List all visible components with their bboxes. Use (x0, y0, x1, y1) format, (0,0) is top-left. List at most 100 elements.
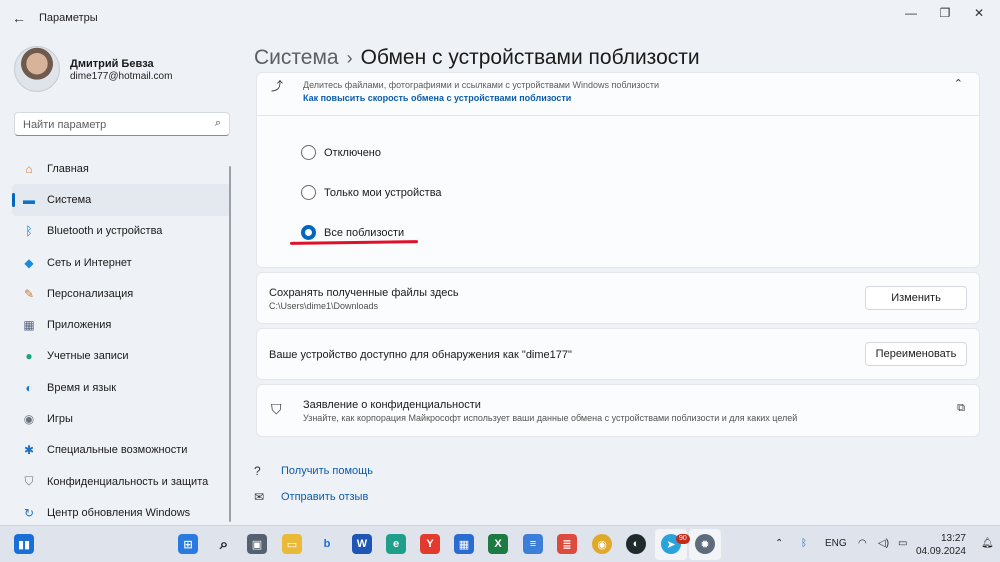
change-button[interactable]: Изменить (865, 286, 967, 310)
todoist-icon[interactable]: ≣ (557, 534, 577, 554)
sidebar-item[interactable]: ✱ Специальные возможности (12, 435, 230, 466)
sidebar-item[interactable]: ⌂ Главная (12, 153, 230, 184)
sidebar-item[interactable]: ● Учетные записи (12, 341, 230, 372)
close-button[interactable]: ✕ (967, 6, 991, 20)
widgets-icon[interactable]: ▮▮ (14, 534, 34, 554)
bluetooth-icon: ᛒ (25, 224, 33, 239)
system-icon: ▬ (23, 192, 35, 207)
accessibility-icon: ✱ (23, 443, 35, 458)
sidebar-item[interactable]: ᛒ Bluetooth и устройства (12, 216, 230, 247)
radio-label: Отключено (324, 146, 381, 159)
sidebar-item[interactable]: ▦ Приложения (12, 309, 230, 340)
privacy-subtitle: Узнайте, как корпорация Майкрософт испол… (303, 413, 798, 423)
sidebar-item[interactable]: ↻ Центр обновления Windows (12, 497, 230, 528)
get-help-link[interactable]: Получить помощь (281, 465, 373, 477)
sidebar-item-label: Система (47, 193, 92, 206)
settings-gear-icon[interactable]: ✹ (695, 534, 715, 554)
accounts-icon: ● (25, 349, 33, 364)
bluetooth-tray-icon[interactable]: ᛒ (801, 538, 807, 549)
brush-icon: ✎ (23, 286, 35, 301)
back-arrow-icon[interactable]: ← (10, 10, 28, 26)
sidebar-item-label: Конфиденциальность и защита (47, 475, 209, 488)
chatgpt-icon[interactable]: ◐ (626, 534, 646, 554)
radio-everyone-nearby[interactable]: Все поблизости (301, 225, 404, 240)
excel-icon[interactable]: X (488, 534, 508, 554)
sidebar-item[interactable]: ◐ Время и язык (12, 372, 230, 403)
feedback-link[interactable]: Отправить отзыв (281, 491, 368, 503)
radio-my-devices[interactable]: Только мои устройства (301, 185, 442, 200)
search-placeholder: Найти параметр (23, 119, 107, 131)
sidebar-nav: ⌂ Главная ▬ Система ᛒ Bluetooth и устройства ◆… (12, 153, 230, 529)
title-bar: ← Параметры — ❐ ✕ (0, 0, 1000, 36)
save-location-path: C:\Users\dime1\Downloads (269, 301, 379, 311)
radio-button-selected[interactable] (301, 225, 316, 240)
sidebar-item[interactable]: ◉ Игры (12, 403, 230, 434)
taskbar: ▮▮ ⊞ ⌕ ▣ ▭ b W e Y ▦ X ≡ ≣ ◉ ◐ ➤ ✹ ⌃ ᛒ E… (0, 525, 1000, 562)
rename-button[interactable]: Переименовать (865, 342, 967, 366)
sidebar-item-label: Персонализация (47, 287, 134, 300)
bing-icon[interactable]: b (317, 534, 337, 554)
chevron-up-icon[interactable]: ⌃ (775, 538, 783, 549)
window-title: Параметры (39, 12, 98, 24)
save-location-title: Сохранять полученные файлы здесь (269, 287, 459, 299)
clock-time[interactable]: 13:27 (941, 533, 966, 544)
edge-icon[interactable]: e (386, 534, 406, 554)
speed-help-link[interactable]: Как повысить скорость обмена с устройств… (303, 93, 571, 103)
radio-label: Только мои устройства (324, 186, 442, 199)
page-title: Обмен с устройствами поблизости (360, 46, 700, 69)
start-icon[interactable]: ⊞ (178, 534, 198, 554)
clock-date[interactable]: 04.09.2024 (916, 546, 966, 557)
search-icon[interactable]: ⌕ (215, 117, 221, 130)
volume-icon[interactable]: ◁) (878, 538, 889, 549)
battery-icon[interactable]: ▭ (898, 538, 907, 549)
breadcrumb-parent[interactable]: Система (254, 46, 339, 69)
breadcrumb-separator: › (346, 48, 353, 68)
sidebar-item-label: Игры (47, 413, 73, 426)
time-language-icon: ◐ (25, 380, 33, 395)
save-location-card: Сохранять полученные файлы здесь C:\User… (256, 272, 980, 324)
feedback-row[interactable]: ✉ Отправить отзыв (254, 490, 368, 504)
sidebar-item[interactable]: ✎ Персонализация (12, 278, 230, 309)
maximize-button[interactable]: ❐ (933, 6, 957, 20)
sidebar-item-label: Центр обновления Windows (47, 506, 191, 519)
notepad-icon[interactable]: ≡ (523, 534, 543, 554)
search-input[interactable]: Найти параметр ⌕ (14, 112, 230, 136)
radio-button[interactable] (301, 185, 316, 200)
breadcrumb: Система › Обмен с устройствами поблизости (254, 46, 700, 70)
word-icon[interactable]: W (352, 534, 372, 554)
sidebar-item-label: Учетные записи (47, 350, 129, 363)
home-icon: ⌂ (25, 161, 33, 176)
chrome-icon[interactable]: ◉ (592, 534, 612, 554)
gaming-icon: ◉ (23, 412, 35, 427)
language-indicator[interactable]: ENG (825, 538, 847, 549)
get-help-row[interactable]: ? Получить помощь (254, 464, 373, 478)
file-explorer-icon[interactable]: ▭ (282, 534, 302, 554)
sidebar-item-label: Главная (47, 162, 89, 175)
radio-button[interactable] (301, 145, 316, 160)
notification-icon[interactable]: 🔔︎ (981, 538, 994, 549)
avatar[interactable] (14, 46, 60, 92)
search-icon[interactable]: ⌕ (214, 534, 234, 554)
minimize-button[interactable]: — (899, 6, 923, 20)
discoverable-card: Ваше устройство доступно для обнаружения… (256, 328, 980, 380)
feedback-icon: ✉ (254, 490, 265, 504)
sidebar-scrollbar[interactable] (229, 166, 231, 522)
privacy-title: Заявление о конфиденциальности (303, 399, 481, 411)
chevron-up-icon[interactable]: ⌃ (954, 77, 963, 90)
apps-icon: ▦ (23, 318, 35, 333)
wifi-icon[interactable]: ◠ (858, 538, 867, 549)
nearby-sharing-card: ⤴ Делитесь файлами, фотографиями и ссылк… (256, 72, 980, 268)
sidebar-item[interactable]: ⛉ Конфиденциальность и защита (12, 466, 230, 497)
privacy-card[interactable]: ⛉ Заявление о конфиденциальности Узнайте… (256, 384, 980, 437)
sidebar-item-label: Время и язык (47, 381, 117, 394)
radio-off[interactable]: Отключено (301, 145, 381, 160)
calendar-icon[interactable]: ▦ (454, 534, 474, 554)
nearby-sharing-description: Делитесь файлами, фотографиями и ссылкам… (303, 80, 660, 90)
external-link-icon[interactable]: ⧉ (957, 402, 965, 415)
sidebar-item[interactable]: ◆ Сеть и Интернет (12, 247, 230, 278)
yandex-icon[interactable]: Y (420, 534, 440, 554)
sidebar-item[interactable]: ▬ Система (12, 184, 230, 216)
discoverable-title: Ваше устройство доступно для обнаружения… (269, 349, 572, 361)
wifi-icon: ◆ (24, 255, 34, 270)
task-view-icon[interactable]: ▣ (247, 534, 267, 554)
